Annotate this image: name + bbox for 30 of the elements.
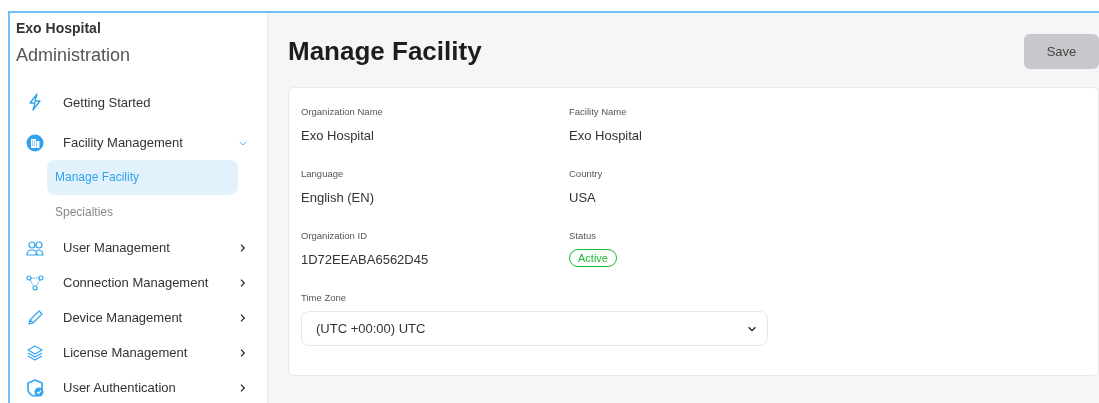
field-label: Time Zone bbox=[301, 292, 348, 304]
users-icon bbox=[26, 238, 44, 257]
field-value: 1D72EEABA6562D45 bbox=[301, 252, 429, 267]
shield-icon bbox=[26, 378, 44, 397]
field-value: Exo Hospital bbox=[569, 128, 642, 143]
sidebar-item[interactable]: User Management bbox=[16, 230, 253, 265]
sidebar-title: Administration bbox=[16, 45, 132, 67]
field-label: Organization Name bbox=[301, 106, 384, 118]
sidebar-subitem[interactable]: Specialties bbox=[47, 195, 238, 230]
sidebar-item[interactable]: Facility Management bbox=[16, 125, 253, 160]
sidebar-item[interactable]: User Authentication bbox=[16, 370, 253, 403]
page-title: Manage Facility bbox=[288, 35, 482, 67]
sidebar-item[interactable]: Getting Started bbox=[16, 79, 253, 125]
sidebar-item[interactable]: Device Management bbox=[16, 300, 253, 335]
nodes-icon bbox=[26, 273, 44, 292]
layers-icon bbox=[26, 343, 44, 362]
organization-name: Exo Hospital bbox=[16, 20, 102, 38]
field-label: Facility Name bbox=[569, 106, 628, 118]
field-value: Exo Hospital bbox=[301, 128, 374, 143]
sidebar-item[interactable]: Connection Management bbox=[16, 265, 253, 300]
field-label: Language bbox=[301, 168, 345, 180]
field-label: Organization ID bbox=[301, 230, 368, 242]
pencil-icon bbox=[26, 308, 44, 327]
field-value: USA bbox=[569, 190, 596, 205]
field-label: Status bbox=[569, 230, 597, 242]
time-zone-dropdown[interactable]: (UTC +00:00) UTC bbox=[301, 311, 768, 346]
building-icon bbox=[26, 133, 44, 152]
sidebar-item[interactable]: License Management bbox=[16, 335, 253, 370]
field-value: English (EN) bbox=[301, 190, 374, 205]
field-label: Country bbox=[569, 168, 604, 180]
